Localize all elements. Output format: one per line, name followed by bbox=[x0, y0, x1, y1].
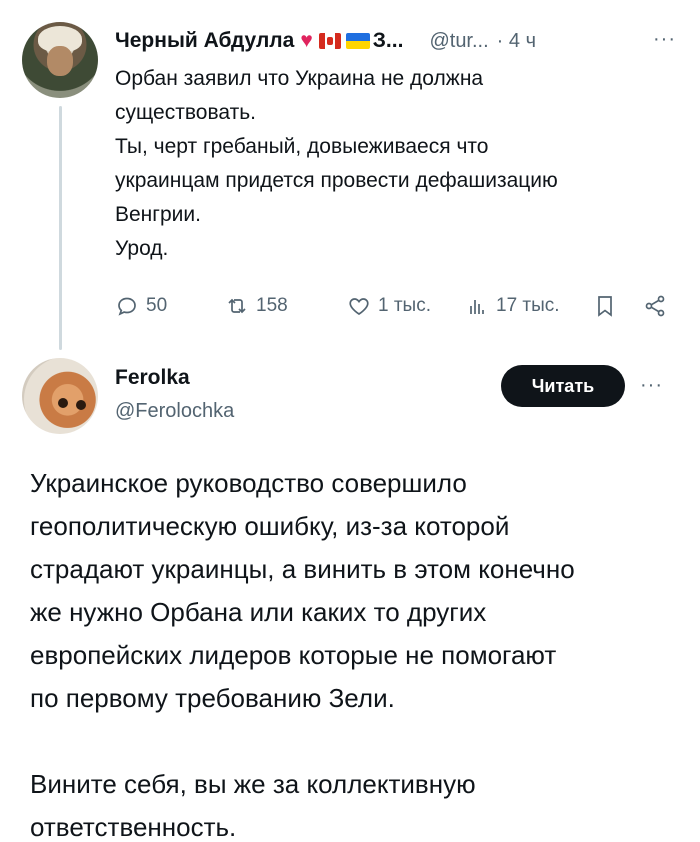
bookmark-button[interactable] bbox=[593, 288, 617, 324]
tweet-text-line: по первому требованию Зели. bbox=[30, 683, 395, 713]
tweet-text-line: ответственность. bbox=[30, 812, 237, 842]
avatar-eye bbox=[76, 400, 86, 410]
views-button[interactable]: 17 тыс. bbox=[465, 288, 560, 324]
tweet-text-line: же нужно Орбана или каких то других bbox=[30, 597, 487, 627]
tweet-text-line: европейских лидеров которые не помогают bbox=[30, 640, 557, 670]
tweet-text-line: Орбан заявил что Украина не должна bbox=[115, 67, 484, 90]
more-options-button[interactable]: ··· bbox=[640, 374, 663, 397]
avatar[interactable] bbox=[22, 22, 98, 98]
tweet-text-line: Украинское руководство совершило bbox=[30, 468, 467, 498]
retweet-count: 158 bbox=[256, 295, 288, 316]
views-icon bbox=[470, 300, 484, 314]
share-icon bbox=[645, 295, 665, 317]
share-button[interactable] bbox=[643, 288, 667, 324]
tweet-text-line: геополитическую ошибку, из-за которой bbox=[30, 511, 510, 541]
canada-flag-icon bbox=[318, 33, 341, 49]
bookmark-icon bbox=[598, 296, 612, 317]
tweet-text-line: Венгрии. bbox=[115, 203, 201, 226]
avatar-eye bbox=[58, 398, 68, 408]
author-name[interactable]: Ferolka bbox=[115, 366, 190, 390]
ukraine-flag-icon bbox=[345, 33, 370, 49]
tweet-thread: Черный Абдулла ♥ З... @tur... · 4 ч ··· … bbox=[0, 0, 700, 842]
views-count: 17 тыс. bbox=[496, 295, 560, 316]
author-handle[interactable]: @Ferolochka bbox=[115, 400, 234, 423]
tweet-header: Черный Абдулла ♥ З... @tur... · 4 ч ··· bbox=[115, 24, 678, 58]
tweet-text: Украинское руководство совершило геополи… bbox=[30, 462, 680, 842]
more-options-button[interactable]: ··· bbox=[653, 28, 676, 51]
avatar-face bbox=[47, 46, 73, 76]
avatar[interactable] bbox=[22, 358, 98, 434]
thread-connector-line bbox=[59, 106, 62, 350]
author-name[interactable]: Черный Абдулла bbox=[115, 29, 294, 53]
tweet-text-line: Вините себя, вы же за коллективную bbox=[30, 769, 476, 799]
author-name-tail[interactable]: З... bbox=[373, 29, 404, 53]
tweet-text-line: Ты, черт гребаный, довыеживаеся что bbox=[115, 135, 489, 158]
follow-button[interactable]: Читать bbox=[501, 365, 625, 407]
tweet-actions-bar: 50 158 1 тыс. 17 тыс. bbox=[115, 288, 680, 324]
reply-count: 50 bbox=[146, 295, 168, 316]
heart-emoji-icon: ♥ bbox=[300, 29, 313, 52]
tweet-text-line: Урод. bbox=[115, 237, 169, 260]
like-icon bbox=[349, 298, 369, 316]
retweet-button[interactable]: 158 bbox=[225, 288, 288, 324]
retweet-icon bbox=[228, 298, 246, 314]
reply-icon bbox=[118, 297, 136, 316]
tweet-text: Орбан заявил что Украина не должна сущес… bbox=[115, 62, 675, 266]
like-count: 1 тыс. bbox=[378, 295, 431, 316]
reply-button[interactable]: 50 bbox=[115, 288, 167, 324]
tweet-text-line: украинцам придется провести дефашизацию bbox=[115, 169, 558, 192]
tweet-text-line: страдают украинцы, а винить в этом конеч… bbox=[30, 554, 575, 584]
tweet-time[interactable]: · 4 ч bbox=[497, 30, 536, 53]
author-handle[interactable]: @tur... bbox=[429, 30, 488, 53]
tweet-text-line: существовать. bbox=[115, 101, 256, 124]
like-button[interactable]: 1 тыс. bbox=[347, 288, 431, 324]
